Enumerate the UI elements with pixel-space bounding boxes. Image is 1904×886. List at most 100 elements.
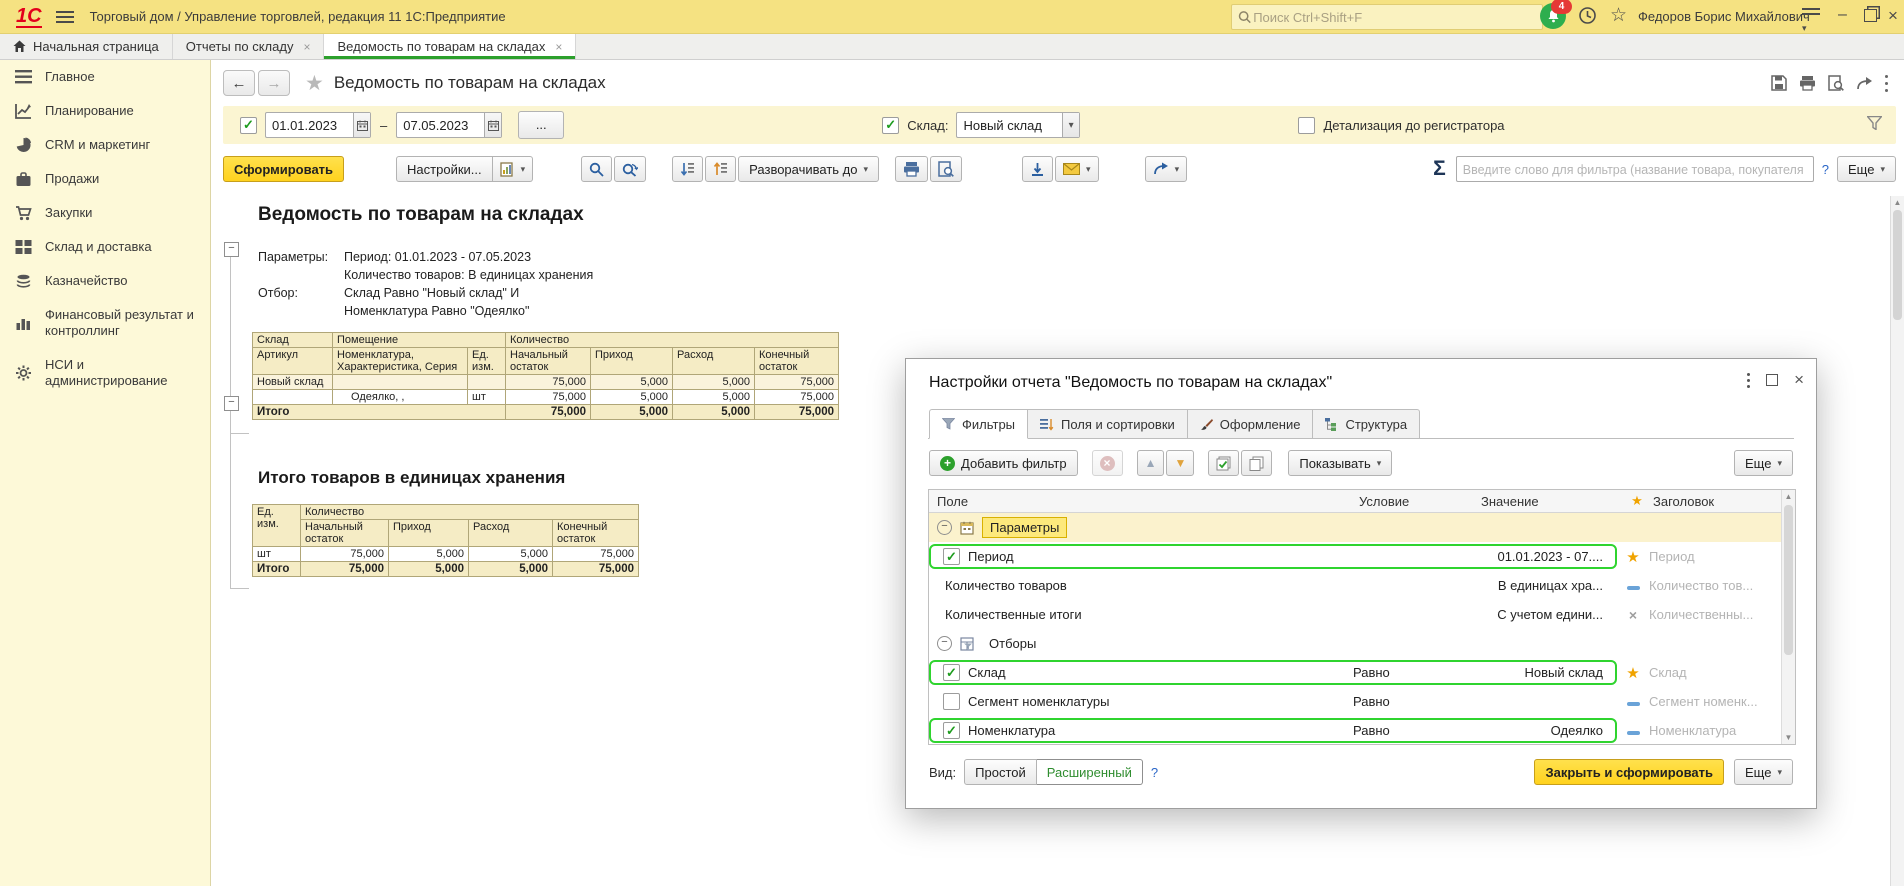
dash-marker-icon[interactable] xyxy=(1617,723,1649,738)
tab-structure[interactable]: Структура xyxy=(1313,409,1420,439)
notifications-bell-icon[interactable]: 4 xyxy=(1540,3,1566,29)
dash-marker-icon[interactable] xyxy=(1617,694,1649,709)
current-user[interactable]: Федоров Борис Михайлович xyxy=(1638,9,1810,24)
show-button[interactable]: Показывать▾ xyxy=(1288,450,1392,476)
group-row-parameters[interactable]: − Параметры xyxy=(929,513,1795,542)
quick-filter-input[interactable] xyxy=(1457,162,1813,177)
filter-funnel-icon[interactable] xyxy=(1867,116,1882,130)
report-variants-button[interactable]: ▾ xyxy=(493,156,534,182)
back-button[interactable]: ← xyxy=(223,70,255,96)
collapse-group-icon[interactable]: − xyxy=(224,396,239,411)
send-mail-button[interactable]: ▾ xyxy=(1055,156,1099,182)
collapse-icon[interactable]: − xyxy=(937,636,952,651)
tab-fields-sorting[interactable]: Поля и сортировки xyxy=(1028,409,1188,439)
expand-to-button[interactable]: Разворачивать до▾ xyxy=(738,156,879,182)
sidebar-item-sales[interactable]: Продажи xyxy=(0,162,210,196)
calendar-icon[interactable] xyxy=(484,113,501,137)
view-simple-button[interactable]: Простой xyxy=(964,759,1037,785)
tab-home[interactable]: Начальная страница xyxy=(0,34,173,59)
save-icon[interactable] xyxy=(1771,75,1787,91)
scroll-up-icon[interactable]: ▲ xyxy=(1782,490,1795,503)
table-row[interactable]: шт 75,000 5,000 5,000 75,000 xyxy=(253,547,639,562)
forward-button[interactable]: → xyxy=(258,70,290,96)
move-up-button[interactable]: ▲ xyxy=(1137,450,1165,476)
collapse-groups-button[interactable] xyxy=(672,156,703,182)
x-marker-icon[interactable]: × xyxy=(1617,607,1649,623)
period-checkbox[interactable] xyxy=(240,117,257,134)
generate-button[interactable]: Сформировать xyxy=(223,156,344,182)
tab-warehouse-reports[interactable]: Отчеты по складу × xyxy=(173,34,325,59)
main-menu-icon[interactable] xyxy=(56,11,74,23)
date-to-input[interactable] xyxy=(397,118,484,133)
window-restore-button[interactable] xyxy=(1864,9,1877,22)
detail-checkbox[interactable] xyxy=(1298,117,1315,134)
filter-row-period[interactable]: Период 01.01.2023 - 07.... ★ Период xyxy=(929,542,1795,571)
date-from-input[interactable] xyxy=(266,118,353,133)
help-link[interactable]: ? xyxy=(1822,162,1829,177)
more-button[interactable]: Еще▾ xyxy=(1837,156,1896,182)
tab-appearance[interactable]: Оформление xyxy=(1188,409,1314,439)
scroll-down-icon[interactable]: ▼ xyxy=(1782,731,1795,744)
preview-icon[interactable] xyxy=(1828,75,1844,91)
tab-close-icon[interactable]: × xyxy=(555,40,562,54)
row-checkbox[interactable] xyxy=(943,693,960,710)
window-close-button[interactable]: × xyxy=(1888,6,1898,26)
settings-button[interactable]: Настройки... xyxy=(396,156,493,182)
dialog-close-button[interactable]: × xyxy=(1794,373,1804,387)
expand-groups-button[interactable] xyxy=(705,156,736,182)
sidebar-item-crm[interactable]: CRM и маркетинг xyxy=(0,128,210,162)
dialog-footer-more-button[interactable]: Еще▾ xyxy=(1734,759,1793,785)
search-in-report-button[interactable] xyxy=(581,156,612,182)
grid-scrollbar[interactable]: ▲ ▼ xyxy=(1781,490,1795,744)
dialog-more-kebab-icon[interactable] xyxy=(1747,371,1750,389)
table-row[interactable]: Одеялко, , шт 75,000 5,000 5,000 75,000 xyxy=(253,390,839,405)
check-all-button[interactable] xyxy=(1208,450,1239,476)
sidebar-item-treasury[interactable]: Казначейство xyxy=(0,264,210,298)
tab-goods-statement[interactable]: Ведомость по товарам на складах × xyxy=(324,34,576,59)
sidebar-item-main[interactable]: Главное xyxy=(0,60,210,94)
calendar-icon[interactable] xyxy=(353,113,370,137)
scrollbar-thumb[interactable] xyxy=(1784,505,1793,655)
filter-row-segment[interactable]: Сегмент номенклатуры Равно Сегмент номен… xyxy=(929,687,1795,716)
filter-row-goods-quantity[interactable]: Количество товаров В единицах хра... Кол… xyxy=(929,571,1795,600)
history-icon[interactable] xyxy=(1578,6,1597,25)
collapse-icon[interactable]: − xyxy=(937,520,952,535)
favorites-star-icon[interactable]: ☆ xyxy=(1610,4,1627,27)
service-menu-icon[interactable]: ▾ xyxy=(1802,8,1820,36)
sidebar-item-purchases[interactable]: Закупки xyxy=(0,196,210,230)
row-checkbox[interactable] xyxy=(943,722,960,739)
sidebar-item-planning[interactable]: Планирование xyxy=(0,94,210,128)
filter-row-warehouse[interactable]: Склад Равно Новый склад ★ Склад xyxy=(929,658,1795,687)
get-link-button[interactable]: ▾ xyxy=(1145,156,1188,182)
link-icon[interactable] xyxy=(1856,76,1873,91)
filter-row-quantity-totals[interactable]: Количественные итоги С учетом едини... ×… xyxy=(929,600,1795,629)
view-extended-button[interactable]: Расширенный xyxy=(1037,759,1143,785)
save-file-button[interactable] xyxy=(1022,156,1053,182)
add-filter-button[interactable]: + Добавить фильтр xyxy=(929,450,1078,476)
window-minimize-button[interactable]: – xyxy=(1838,6,1847,24)
star-marker-icon[interactable]: ★ xyxy=(1617,548,1649,566)
sidebar-item-finresult[interactable]: Финансовый результат и контроллинг xyxy=(0,298,210,348)
tab-close-icon[interactable]: × xyxy=(303,40,310,54)
row-checkbox[interactable] xyxy=(943,548,960,565)
search-next-button[interactable] xyxy=(614,156,646,182)
report-scrollbar[interactable]: ▲ xyxy=(1890,196,1904,886)
scroll-up-icon[interactable]: ▲ xyxy=(1891,196,1904,209)
global-search[interactable] xyxy=(1231,4,1543,30)
row-checkbox[interactable] xyxy=(943,664,960,681)
collapse-report-icon[interactable]: − xyxy=(224,242,239,257)
favorite-star-icon[interactable]: ★ xyxy=(305,71,324,96)
global-search-input[interactable] xyxy=(1251,9,1536,26)
tab-filters[interactable]: Фильтры xyxy=(929,409,1028,439)
table-row[interactable]: Новый склад 75,000 5,000 5,000 75,000 xyxy=(253,375,839,390)
more-kebab-icon[interactable] xyxy=(1885,73,1888,94)
print-button[interactable] xyxy=(895,156,928,182)
dialog-help-link[interactable]: ? xyxy=(1151,765,1158,780)
dialog-maximize-button[interactable] xyxy=(1766,374,1778,386)
group-row-selections[interactable]: − Отборы xyxy=(929,629,1795,658)
remove-filter-button[interactable]: × xyxy=(1092,450,1123,476)
filter-row-nomenclature[interactable]: Номенклатура Равно Одеялко Номенклатура xyxy=(929,716,1795,745)
warehouse-checkbox[interactable] xyxy=(882,117,899,134)
warehouse-input[interactable] xyxy=(957,118,1061,133)
print-icon[interactable] xyxy=(1799,75,1816,91)
